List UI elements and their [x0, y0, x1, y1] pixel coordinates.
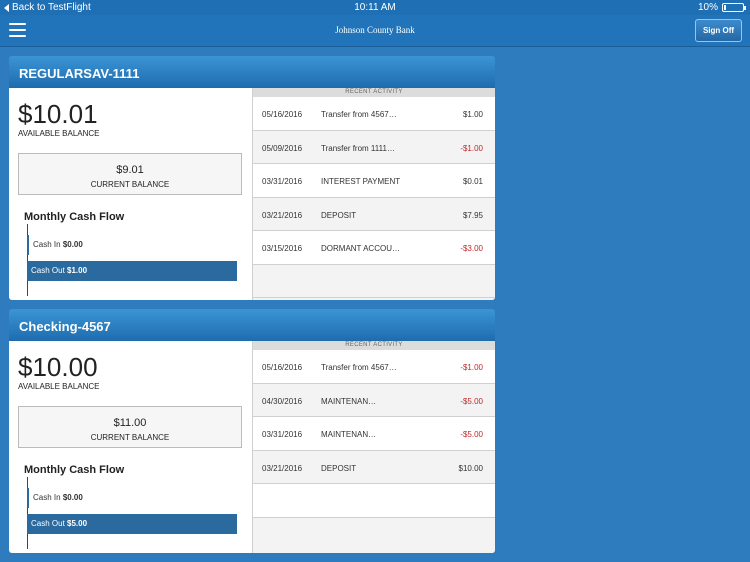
transaction-date: 03/21/2016 [262, 210, 303, 220]
account-body: $10.01 AVAILABLE BALANCE $9.01 CURRENT B… [9, 88, 495, 300]
cash-in-value: $0.00 [62, 493, 83, 502]
transaction-amount: -$5.00 [460, 430, 483, 439]
status-bar: Back to TestFlight 10:11 AM 10% [0, 0, 750, 15]
bank-title: Johnson County Bank [335, 25, 415, 35]
transaction-list: 05/16/2016 Transfer from 4567… -$1.00 04/30… [253, 350, 495, 518]
cash-out-label: Cash Out [31, 266, 65, 275]
cash-in-label: Cash In [33, 493, 61, 502]
transaction-row[interactable]: 05/16/2016 Transfer from 4567… $1.00 [253, 97, 495, 131]
recent-activity-header: RECENT ACTIVITY [253, 341, 495, 350]
transaction-date: 05/09/2016 [262, 143, 303, 153]
transaction-date: 03/31/2016 [262, 430, 303, 439]
transaction-row[interactable]: 05/09/2016 Transfer from 1111… -$1.00 [253, 130, 495, 164]
transaction-amount: -$3.00 [460, 244, 483, 253]
current-balance: $9.01 [116, 164, 144, 176]
cash-flow-title: Monthly Cash Flow [24, 464, 125, 476]
transaction-date: 05/16/2016 [262, 110, 303, 119]
transaction-row[interactable]: 03/21/2016 DEPOSIT $10.00 [253, 450, 495, 484]
status-time: 10:11 AM [354, 2, 396, 13]
balance-panel: $10.00 AVAILABLE BALANCE $11.00 CURRENT … [9, 341, 252, 553]
current-balance-box: $11.00 CURRENT BALANCE [18, 406, 242, 448]
transaction-amount: -$1.00 [460, 363, 483, 372]
transaction-description: INTEREST PAYMENT [321, 177, 401, 186]
account-name[interactable]: Checking-4567 [9, 309, 495, 341]
account-card[interactable]: Checking-4567 $10.00 AVAILABLE BALANCE $… [9, 309, 495, 553]
transaction-amount: $7.95 [462, 210, 483, 220]
transaction-date: 05/16/2016 [262, 363, 303, 372]
transaction-description: DORMANT ACCOU… [321, 244, 400, 253]
transaction-row[interactable]: 03/21/2016 DEPOSIT $7.95 [253, 197, 495, 231]
cash-out-value: $1.00 [67, 266, 88, 275]
transaction-amount: $1.00 [462, 110, 483, 119]
current-balance-label: CURRENT BALANCE [90, 180, 170, 189]
transaction-date: 03/15/2016 [262, 244, 303, 253]
battery-status: 10% [697, 2, 746, 13]
battery-percent: 10% [697, 2, 718, 13]
available-balance: $10.01 [18, 99, 98, 129]
transaction-date: 03/31/2016 [262, 177, 303, 186]
transaction-row[interactable]: 03/31/2016 MAINTENAN… -$5.00 [253, 417, 495, 451]
empty-row [253, 264, 495, 298]
transaction-amount: $0.01 [462, 177, 483, 186]
transaction-amount: -$5.00 [460, 396, 483, 406]
transaction-description: Transfer from 4567… [321, 110, 397, 119]
transaction-row[interactable]: 04/30/2016 MAINTENAN… -$5.00 [253, 383, 495, 417]
cash-out-bar: Cash Out $5.00 [27, 514, 237, 534]
balance-panel: $10.01 AVAILABLE BALANCE $9.01 CURRENT B… [9, 88, 252, 300]
recent-activity-header: RECENT ACTIVITY [253, 88, 495, 97]
transaction-amount: $10.00 [458, 463, 483, 473]
transaction-description: Transfer from 4567… [321, 363, 397, 372]
transaction-date: 04/30/2016 [262, 396, 303, 406]
empty-row [253, 484, 495, 518]
cash-in-label: Cash In [33, 240, 61, 249]
cash-out-bar: Cash Out $1.00 [27, 261, 237, 281]
available-balance-label: AVAILABLE BALANCE [18, 129, 100, 138]
transaction-description: MAINTENAN… [321, 396, 377, 406]
transaction-description: DEPOSIT [321, 463, 357, 473]
transaction-description: DEPOSIT [321, 210, 357, 220]
current-balance-box: $9.01 CURRENT BALANCE [18, 153, 242, 195]
cash-out-label: Cash Out [31, 519, 65, 528]
cash-in-bar: Cash In $0.00 [27, 488, 237, 508]
account-name[interactable]: REGULARSAV-1111 [9, 56, 495, 88]
available-balance-label: AVAILABLE BALANCE [18, 382, 100, 391]
account-body: $10.00 AVAILABLE BALANCE $11.00 CURRENT … [9, 341, 495, 553]
battery-icon [722, 3, 746, 12]
transaction-row[interactable]: 05/16/2016 Transfer from 4567… -$1.00 [253, 350, 495, 384]
current-balance: $11.00 [113, 417, 147, 429]
account-card[interactable]: REGULARSAV-1111 $10.01 AVAILABLE BALANCE… [9, 56, 495, 300]
transaction-row[interactable]: 03/31/2016 INTEREST PAYMENT $0.01 [253, 164, 495, 198]
transaction-date: 03/21/2016 [262, 463, 303, 473]
transaction-row[interactable]: 03/15/2016 DORMANT ACCOU… -$3.00 [253, 231, 495, 265]
cash-in-bar: Cash In $0.00 [27, 235, 237, 255]
transaction-description: Transfer from 1111… [321, 143, 395, 153]
transaction-list: 05/16/2016 Transfer from 4567… $1.00 05/09/… [253, 97, 495, 298]
cash-out-value: $5.00 [67, 519, 88, 528]
cash-in-value: $0.00 [62, 240, 83, 249]
current-balance-label: CURRENT BALANCE [90, 433, 170, 442]
recent-activity-panel: RECENT ACTIVITY 05/16/2016 Transfer from … [252, 88, 495, 300]
sign-off-button[interactable]: Sign Off [695, 19, 742, 42]
recent-activity-panel: RECENT ACTIVITY 05/16/2016 Transfer from … [252, 341, 495, 553]
transaction-description: MAINTENAN… [321, 430, 377, 439]
transaction-amount: -$1.00 [460, 143, 483, 153]
nav-bar: Johnson County Bank Sign Off [0, 15, 750, 47]
available-balance: $10.00 [18, 352, 98, 382]
cash-flow-title: Monthly Cash Flow [24, 211, 125, 223]
